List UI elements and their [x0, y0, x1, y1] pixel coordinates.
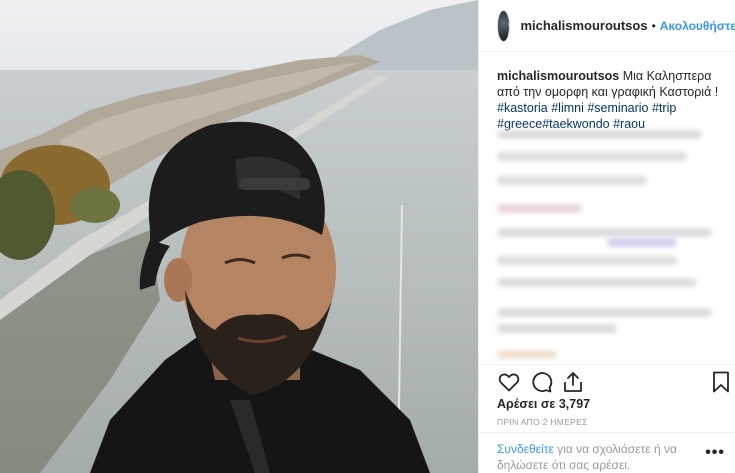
- caption-username[interactable]: michalismouroutsos: [497, 69, 619, 83]
- hashtag[interactable]: #seminario: [587, 101, 648, 115]
- blurred-comment-line: [497, 130, 702, 139]
- action-bar: [479, 364, 735, 394]
- more-options-icon[interactable]: •••: [705, 444, 725, 462]
- blurred-comment-line: [497, 308, 712, 317]
- post-caption: michalismouroutsos Μια Καλησπερα από την…: [497, 68, 722, 132]
- header-username[interactable]: michalismouroutsos: [520, 18, 647, 33]
- hashtag[interactable]: #raou: [613, 117, 645, 131]
- post-timestamp: ΠΡΙΝ ΑΠΟ 2 ΗΜΕΡΕΣ: [497, 417, 588, 427]
- hashtag[interactable]: #taekwondo: [542, 117, 609, 131]
- hashtag[interactable]: #trip: [652, 101, 676, 115]
- avatar[interactable]: [497, 9, 511, 42]
- bookmark-icon[interactable]: [709, 370, 733, 394]
- blurred-comment-line: [497, 256, 677, 265]
- blurred-comment-line: [607, 238, 677, 247]
- blurred-comment-line: [497, 204, 582, 213]
- post-photo: [0, 0, 478, 473]
- likes-label: Αρέσει σε: [497, 397, 556, 411]
- avatar-image: [504, 18, 510, 41]
- post-sidebar: michalismouroutsos • Ακολουθήστε michali…: [478, 0, 735, 473]
- hashtag[interactable]: #greece: [497, 117, 542, 131]
- blurred-comment-line: [497, 228, 712, 237]
- hashtag[interactable]: #limni: [551, 101, 584, 115]
- blurred-comment-line: [497, 324, 617, 333]
- selfie-image: [0, 0, 478, 473]
- separator-dot: •: [651, 18, 656, 33]
- comment-icon[interactable]: [529, 370, 553, 394]
- share-icon[interactable]: [561, 370, 585, 394]
- blurred-comment-line: [497, 350, 557, 359]
- blurred-comment-line: [497, 176, 647, 185]
- login-link[interactable]: Συνδεθείτε: [497, 442, 554, 456]
- follow-button[interactable]: Ακολουθήστε: [660, 19, 735, 33]
- heart-icon[interactable]: [497, 370, 521, 394]
- blurred-comment-line: [497, 152, 687, 161]
- post-header: michalismouroutsos • Ακολουθήστε: [479, 0, 735, 52]
- blurred-comment-line: [497, 278, 697, 287]
- login-prompt: Συνδεθείτε για να σχολιάσετε ή να δηλώσε…: [479, 432, 735, 473]
- likes-count[interactable]: Αρέσει σε 3,797: [497, 397, 590, 411]
- likes-number: 3,797: [558, 397, 591, 411]
- hashtag[interactable]: #kastoria: [497, 101, 548, 115]
